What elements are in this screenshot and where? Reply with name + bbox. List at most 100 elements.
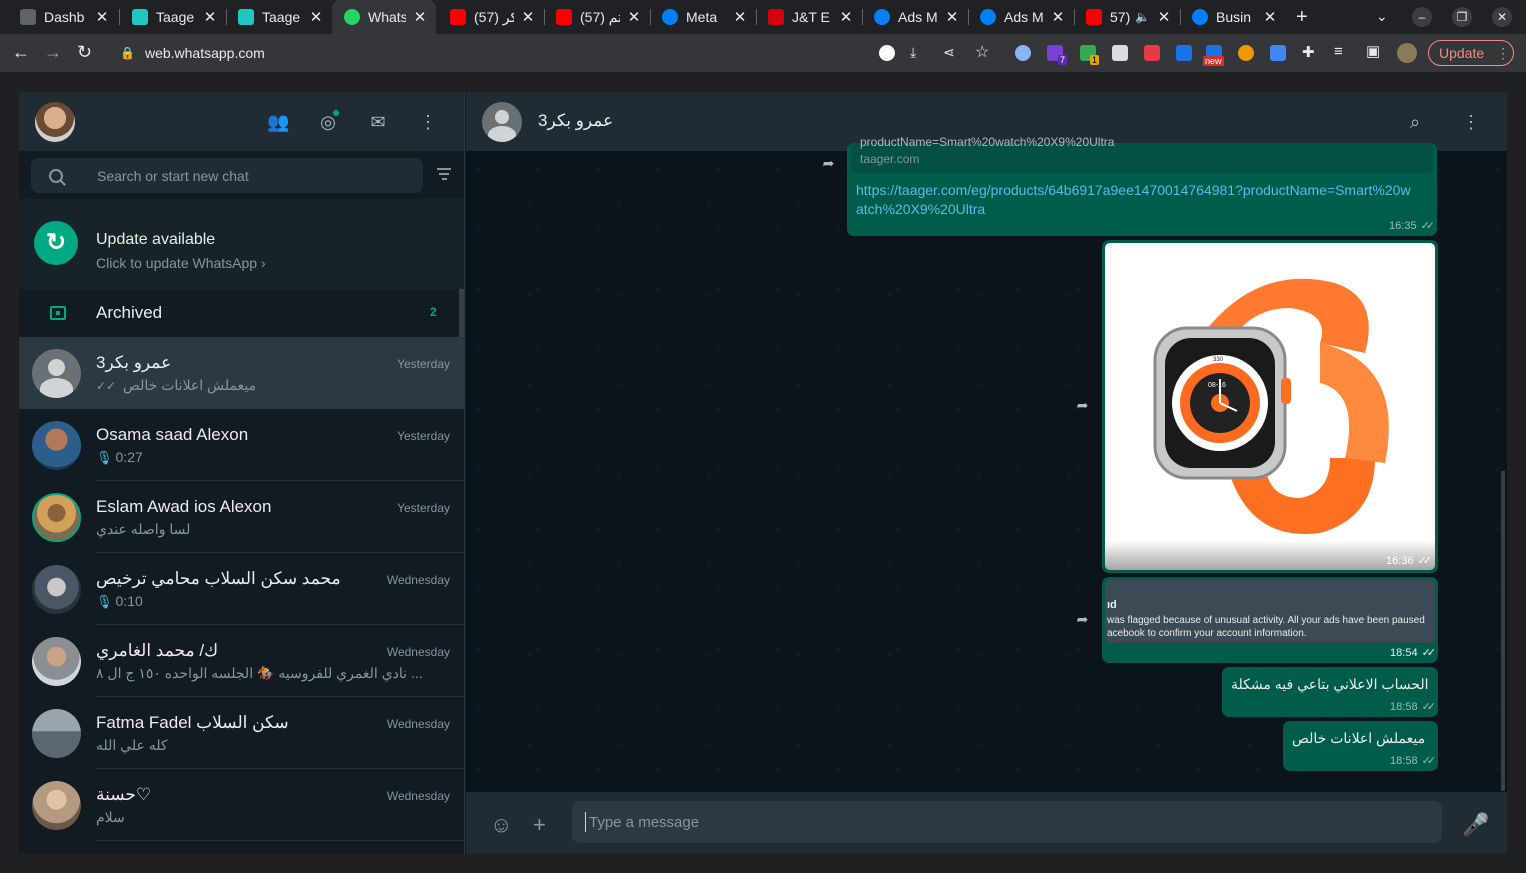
communities-icon[interactable]: 👥 [267,112,289,132]
smartwatch-image: 08-16 330 [1153,278,1389,535]
menu-icon[interactable]: ⋮ [1462,112,1480,133]
extension-blue-icon[interactable] [1176,45,1192,61]
bookmark-star-icon[interactable]: ☆ [975,42,989,62]
profile-avatar-icon[interactable] [1397,43,1417,63]
message-box[interactable] [572,801,1442,843]
browser-tab-active[interactable]: Whats ✕ [332,0,436,34]
tab-title: Ads M [898,9,938,25]
browser-tab[interactable]: Ads M ✕ [968,0,1074,34]
message-text: ميعملش اعلانات خالص [1292,730,1426,746]
chat-list-item[interactable]: Osama saad Alexon Yesterday 🎙 0:27 [19,409,464,481]
message-time: 18:58 [1390,701,1418,713]
taager-favicon-icon [132,9,148,25]
screenshot-message-bubble[interactable]: ıd was flagged because of unusual activi… [1102,577,1438,663]
address-bar[interactable]: 🔒 web.whatsapp.com [108,39,1008,67]
microphone-icon[interactable]: 🎤 [1462,812,1489,838]
audio-playing-icon[interactable]: 🔈 [1135,10,1150,24]
screenshot-line: was flagged because of unusual activity.… [1107,615,1425,626]
extension-red-icon[interactable] [1144,45,1160,61]
forward-icon[interactable]: ➦ [1070,393,1095,418]
browser-tab[interactable]: Taage ✕ [226,0,332,34]
archived-row[interactable]: Archived 2 [19,289,464,337]
extensions-puzzle-icon[interactable]: ✚ [1302,43,1315,61]
search-icon[interactable]: ⌕ [1410,112,1420,133]
forward-arrow-icon[interactable]: → [44,42,62,63]
media-queue-icon[interactable]: ≡ [1334,43,1343,60]
browser-tab[interactable]: Dashb ✕ [8,0,118,34]
chat-name: محمد سكن السلاب محامي ترخيص [96,569,341,588]
chat-list-item[interactable]: ك/ محمد الغامري Wednesday نادي الغمري لل… [19,625,464,697]
link-preview-card[interactable]: productName=Smart%20watch%20X9%20Ultra t… [851,135,1433,173]
attach-plus-icon[interactable]: + [533,812,546,838]
tab-search-icon[interactable]: ⌄ [1376,8,1388,25]
browser-update-button[interactable]: Update ⋮ [1428,40,1514,66]
message-link[interactable]: https://taager.com/eg/products/64b6917a9… [856,181,1416,219]
product-image[interactable]: 08-16 330 [1105,243,1435,570]
close-tab-icon[interactable]: ✕ [412,8,428,26]
browser-tab[interactable]: Taage ✕ [120,0,226,34]
text-message-bubble[interactable]: ميعملش اعلانات خالص 18:58 ✓✓ [1283,721,1438,771]
search-input[interactable] [97,167,397,184]
share-icon[interactable]: ⋖ [943,44,955,61]
close-tab-icon[interactable]: ✕ [732,8,748,26]
google-icon[interactable] [879,45,895,61]
close-window-button[interactable]: ✕ [1492,7,1512,27]
chat-list-item[interactable]: حسنة♡ Wednesday سلام [19,769,464,841]
update-available-banner[interactable]: ↻ Update available Click to update Whats… [19,199,464,289]
forward-icon[interactable]: ➦ [1070,607,1095,632]
side-panel-icon[interactable]: ▣ [1366,42,1380,60]
browser-tab[interactable]: J&T E ✕ [756,0,862,34]
close-tab-icon[interactable]: ✕ [944,8,960,26]
filter-icon[interactable] [437,168,451,180]
search-box[interactable] [31,158,423,193]
browser-tab[interactable]: (57) تم ✕ [544,0,650,34]
close-tab-icon[interactable]: ✕ [1050,8,1066,26]
image-message-bubble[interactable]: 08-16 330 16:36 ✓✓ [1102,240,1438,573]
close-tab-icon[interactable]: ✕ [520,8,536,26]
browser-tab[interactable]: 57) 🔈 ✕ [1074,0,1180,34]
browser-tab[interactable]: Ads M ✕ [862,0,968,34]
default-avatar-icon[interactable] [482,102,522,142]
more-vert-icon[interactable]: ⋮ [1496,45,1510,62]
compose-bar: ☺ + 🎤 [466,792,1507,854]
forward-icon[interactable]: ➦ [816,151,841,176]
chat-list-item[interactable]: Fatma Fadel سكن السلاب Wednesday كله علي… [19,697,464,769]
message-input[interactable] [589,813,1429,831]
close-tab-icon[interactable]: ✕ [626,8,642,26]
restore-window-button[interactable]: ❐ [1452,7,1472,27]
extension-face-icon[interactable] [1238,45,1254,61]
screenshot-image[interactable]: ıd was flagged because of unusual activi… [1105,580,1435,643]
watch-bezel-text: 330 [1213,357,1224,363]
browser-tab[interactable]: Busin ✕ [1180,0,1286,34]
chat-list-item[interactable]: Eslam Awad ios Alexon Yesterday لسا واصل… [19,481,464,553]
chat-preview: 🎙 0:27 [96,449,143,466]
close-tab-icon[interactable]: ✕ [94,8,110,26]
chat-list-item[interactable]: محمد سكن السلاب محامي ترخيص Wednesday 🎙 0… [19,553,464,625]
browser-tab[interactable]: (57) كر ✕ [438,0,544,34]
chat-list-scrollbar[interactable] [459,289,464,337]
link-message-bubble[interactable]: productName=Smart%20watch%20X9%20Ultra t… [847,135,1437,236]
search-icon[interactable] [49,168,63,183]
chat-list-item[interactable]: عمرو بكر3 Yesterday ✓✓ ميعملش اعلانات خا… [19,337,464,409]
close-tab-icon[interactable]: ✕ [308,8,324,26]
text-message-bubble[interactable]: الحساب الاعلاني بتاعي فيه مشكلة 18:58 ✓✓ [1222,667,1438,717]
new-tab-button[interactable]: + [1296,6,1308,29]
extension-gray-icon[interactable] [1112,45,1128,61]
reload-icon[interactable]: ↻ [77,42,92,63]
browser-tab[interactable]: Meta ✕ [650,0,756,34]
my-avatar[interactable] [35,102,75,142]
minimize-window-button[interactable]: – [1412,7,1432,27]
menu-icon[interactable]: ⋮ [417,112,439,132]
close-tab-icon[interactable]: ✕ [202,8,218,26]
close-tab-icon[interactable]: ✕ [1262,8,1278,26]
back-arrow-icon[interactable]: ← [12,42,30,63]
emoji-icon[interactable]: ☺ [490,812,512,838]
conversation-scrollbar[interactable] [1501,471,1505,791]
extension-circle-icon[interactable] [1015,45,1031,61]
close-tab-icon[interactable]: ✕ [838,8,854,26]
new-chat-icon[interactable]: ✉ [367,112,389,132]
install-app-icon[interactable]: ⤓ [910,44,916,61]
close-tab-icon[interactable]: ✕ [1156,8,1172,26]
extension-fj-icon[interactable] [1270,45,1286,61]
lock-icon[interactable]: 🔒 [120,46,135,60]
